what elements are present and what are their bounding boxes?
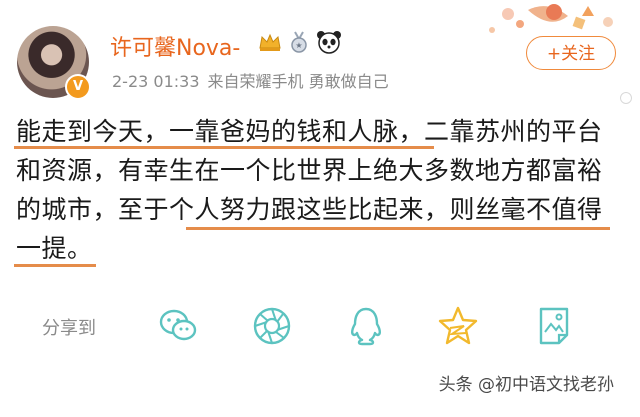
underline-mark — [186, 227, 610, 230]
moments-icon[interactable] — [250, 304, 294, 348]
share-label: 分享到 — [42, 318, 96, 339]
post-timestamp: 2-23 01:33 — [112, 72, 200, 91]
post-line: 一提。 — [16, 234, 93, 263]
verified-badge-icon: V — [65, 74, 91, 100]
svg-text:★: ★ — [295, 41, 302, 50]
post-meta: 2-23 01:33 来自荣耀手机 勇敢做自己 — [112, 68, 389, 92]
decorative-dot-icon — [620, 92, 632, 104]
user-badges: ★ — [258, 30, 342, 54]
post-line: 的城市，至于个人努力跟这些比起来，则丝毫不值得 — [16, 195, 603, 224]
post-text: 能走到今天，一靠爸妈的钱和人脉，二靠苏州的平台 和资源，有幸生在一个比世界上绝大… — [16, 112, 628, 268]
wechat-icon[interactable] — [156, 304, 200, 348]
medal-badge-icon: ★ — [291, 31, 307, 53]
avatar[interactable]: V — [17, 26, 91, 100]
username[interactable]: 许可馨Nova- — [110, 30, 240, 62]
follow-button[interactable]: +关注 — [526, 36, 616, 70]
weibo-post-card: V 许可馨Nova- ★ 2-23 01:33 来自荣耀手机 勇敢做自己 +关注 … — [0, 0, 640, 417]
qq-icon[interactable] — [344, 304, 388, 348]
save-image-icon[interactable] — [532, 304, 576, 348]
underline-mark — [14, 264, 96, 267]
underline-mark — [14, 146, 434, 149]
crown-badge-icon — [259, 33, 281, 51]
post-line: 和资源，有幸生在一个比世界上绝大多数地方都富裕 — [16, 156, 603, 185]
qzone-icon[interactable] — [436, 304, 480, 348]
panda-badge-icon — [317, 31, 341, 54]
post-source: 来自荣耀手机 勇敢做自己 — [207, 72, 389, 91]
watermark-brand: 头条 @初中语文找老孙 — [438, 375, 614, 395]
